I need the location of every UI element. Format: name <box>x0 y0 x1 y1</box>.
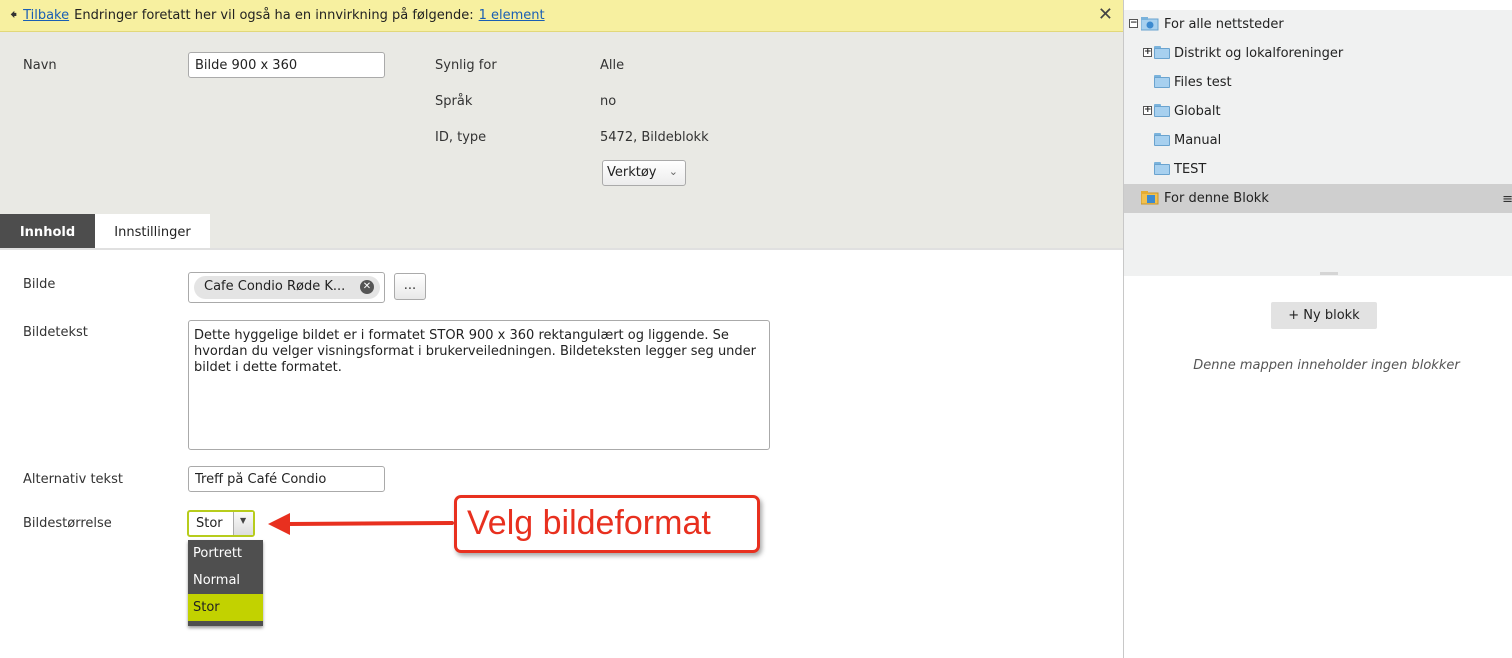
tree-node-manual[interactable]: Manual <box>1124 126 1512 155</box>
folder-icon <box>1154 104 1170 117</box>
folder-icon <box>1154 162 1170 175</box>
editor-panel: 🠸 Tilbake Endringer foretatt her vil ogs… <box>0 0 1123 658</box>
clear-icon[interactable]: ✕ <box>360 280 374 294</box>
tree-node-label: Manual <box>1174 133 1222 148</box>
image-size-value: Stor <box>196 516 223 531</box>
new-block-button[interactable]: + Ny blokk <box>1271 302 1377 329</box>
id-type-value: 5472, Bildeblokk <box>600 130 709 145</box>
collapse-icon[interactable]: − <box>1129 19 1138 28</box>
tree-node-label: Globalt <box>1174 104 1221 119</box>
menu-icon[interactable]: ≡ <box>1502 192 1512 207</box>
image-label: Bilde <box>23 277 56 292</box>
language-label: Språk <box>435 94 473 109</box>
tree-node-label: Distrikt og lokalforeninger <box>1174 46 1344 61</box>
callout-arrow-icon <box>268 513 454 535</box>
tab-divider <box>0 248 1123 250</box>
image-selector[interactable]: Cafe Condio Røde K... ✕ <box>188 272 385 303</box>
empty-folder-message: Denne mappen inneholder ingen blokker <box>1193 358 1460 373</box>
folder-icon <box>1154 133 1170 146</box>
expand-icon[interactable]: + <box>1143 48 1152 57</box>
tree-node-files-test[interactable]: Files test <box>1124 68 1512 97</box>
close-icon[interactable]: ✕ <box>1098 4 1113 25</box>
tree-node-for-denne-blokk[interactable]: For denne Blokk ≡ <box>1124 184 1512 213</box>
image-chip: Cafe Condio Røde K... ✕ <box>194 276 380 299</box>
tree-node-distrikt[interactable]: + Distrikt og lokalforeninger <box>1124 39 1512 68</box>
size-option-stor[interactable]: Stor <box>188 594 263 621</box>
visible-for-label: Synlig for <box>435 58 497 73</box>
tools-dropdown-button[interactable]: Verktøy ⌄ <box>602 160 686 186</box>
image-chip-label: Cafe Condio Røde K... <box>204 279 346 294</box>
notice-message: Endringer foretatt her vil også ha en in… <box>74 8 474 23</box>
tree-node-label: Files test <box>1174 75 1232 90</box>
folder-icon <box>1154 75 1170 88</box>
block-folder-icon <box>1140 191 1159 205</box>
expand-icon[interactable]: + <box>1143 106 1152 115</box>
folder-icon <box>1154 46 1170 59</box>
name-input[interactable] <box>188 52 385 78</box>
tree-node-label: For alle nettsteder <box>1164 17 1284 32</box>
image-size-select[interactable]: Stor ▼ <box>187 510 255 537</box>
tab-settings[interactable]: Innstillinger <box>95 214 210 250</box>
browse-button[interactable]: ... <box>394 273 426 300</box>
properties-header: Navn Synlig for Alle Språk no ID, type 5… <box>0 32 1123 214</box>
notification-bar: 🠸 Tilbake Endringer foretatt her vil ogs… <box>0 0 1123 32</box>
caption-textarea[interactable]: Dette hyggelige bildet er i formatet STO… <box>188 320 770 450</box>
alt-text-label: Alternativ tekst <box>23 472 123 487</box>
id-type-label: ID, type <box>435 130 487 145</box>
folder-tree: − For alle nettsteder + Distrikt og loka… <box>1124 10 1512 276</box>
tree-node-for-alle-nettsteder[interactable]: − For alle nettsteder <box>1124 10 1512 39</box>
tree-node-label: For denne Blokk <box>1164 191 1269 206</box>
globe-folder-icon <box>1140 17 1159 31</box>
chevron-down-icon: ⌄ <box>668 165 678 178</box>
tree-node-test[interactable]: TEST <box>1124 155 1512 184</box>
image-size-label: Bildestørrelse <box>23 516 112 531</box>
blocks-panel: − For alle nettsteder + Distrikt og loka… <box>1123 0 1512 658</box>
alt-text-input[interactable] <box>188 466 385 492</box>
caption-label: Bildetekst <box>23 325 88 340</box>
name-label: Navn <box>23 58 57 73</box>
callout-annotation: Velg bildeformat <box>454 495 760 553</box>
visible-for-value: Alle <box>600 58 625 73</box>
size-option-normal[interactable]: Normal <box>188 567 263 594</box>
tree-node-label: TEST <box>1174 162 1207 177</box>
tab-bar: Innhold Innstillinger <box>0 214 1123 250</box>
tree-node-globalt[interactable]: + Globalt <box>1124 97 1512 126</box>
back-link[interactable]: Tilbake <box>23 8 69 23</box>
affected-items-link[interactable]: 1 element <box>479 8 545 23</box>
image-size-menu: Portrett Normal Stor <box>188 540 263 626</box>
triangle-down-icon: ▼ <box>240 516 247 525</box>
tools-label: Verktøy <box>607 165 657 180</box>
language-value: no <box>600 94 617 109</box>
size-option-portrett[interactable]: Portrett <box>188 540 263 567</box>
resize-handle[interactable] <box>1320 272 1338 275</box>
dropdown-toggle[interactable]: ▼ <box>233 512 253 535</box>
tab-content[interactable]: Innhold <box>0 214 95 250</box>
back-arrow-icon[interactable]: 🠸 <box>10 4 17 28</box>
